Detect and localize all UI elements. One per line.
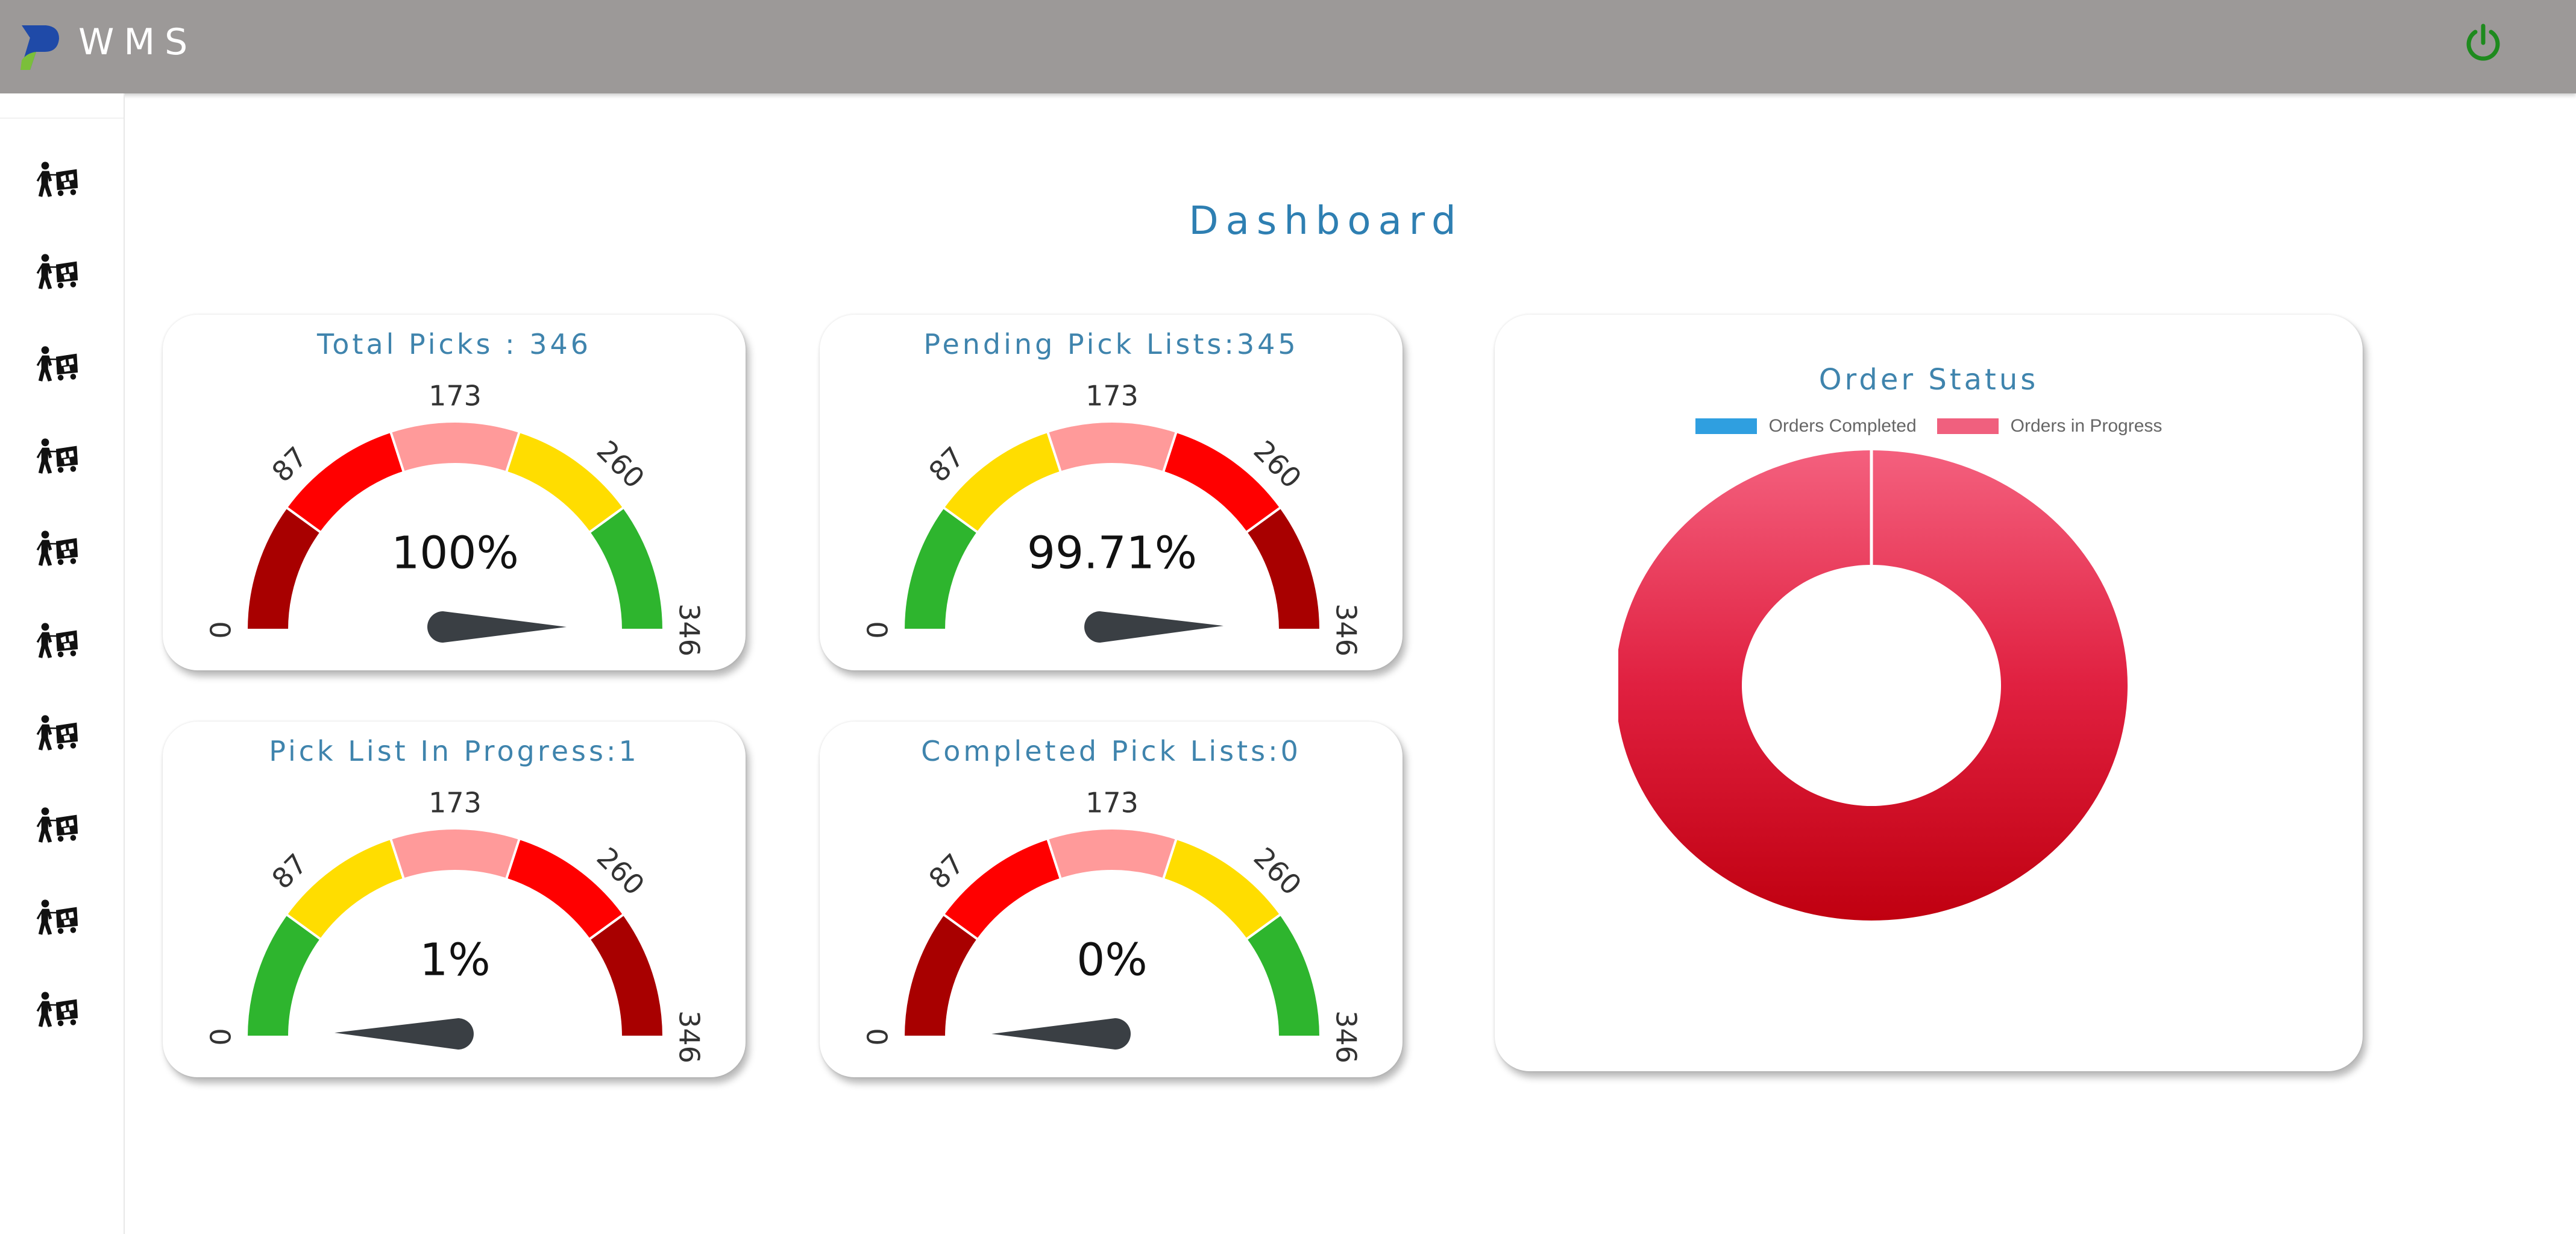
gauge-needle <box>427 611 567 643</box>
order-status-card: Order Status Orders Completed Orders in … <box>1495 315 2363 1071</box>
gauge-tick-label: 0 <box>205 1028 237 1045</box>
legend-item-orders-completed[interactable]: Orders Completed <box>1695 416 1917 436</box>
gauge-tick-label: 0 <box>205 621 237 638</box>
gauge-needle <box>1084 611 1224 643</box>
page-title: Dashboard <box>1189 199 1463 244</box>
order-status-donut-chart <box>1618 450 2128 921</box>
worker-pushing-cart-icon <box>36 992 78 1027</box>
gauge-tick-label: 346 <box>673 1010 706 1063</box>
gauge-tick-label: 346 <box>1330 603 1363 656</box>
gauge-chart: 0871732603460% <box>862 787 1363 1063</box>
legend-label: Orders Completed <box>1768 416 1917 436</box>
legend-swatch <box>1937 418 1999 434</box>
app-header: WMS <box>0 0 2576 93</box>
gauge-band-3 <box>1046 420 1178 474</box>
legend-item-orders-in-progress[interactable]: Orders in Progress <box>1937 416 2163 436</box>
gauge-tick-label: 87 <box>265 440 313 488</box>
sidebar-item-10[interactable] <box>30 986 84 1034</box>
legend-swatch <box>1695 418 1757 434</box>
gauge-tick-label: 87 <box>922 440 970 488</box>
gauge-tick-label: 173 <box>1085 380 1139 412</box>
gauge-percent-value: 0% <box>1076 934 1147 986</box>
sidebar-item-9[interactable] <box>30 893 84 942</box>
chart-legend: Orders Completed Orders in Progress <box>1495 414 2363 438</box>
app-title: WMS <box>78 21 198 63</box>
sidebar-item-8[interactable] <box>30 801 84 849</box>
gauge-tick-label: 346 <box>1330 1010 1363 1063</box>
gauge-band-2 <box>284 837 406 942</box>
worker-pushing-cart-icon <box>36 162 78 197</box>
worker-pushing-cart-icon <box>36 807 78 843</box>
gauge-percent-value: 100% <box>391 527 519 579</box>
gauge-chart: 08717326034699.71% <box>862 380 1363 656</box>
gauge-tick-label: 346 <box>673 603 706 656</box>
gauge-band-2 <box>941 430 1063 535</box>
sidebar-item-4[interactable] <box>30 432 84 480</box>
order-status-title: Order Status <box>1818 363 2039 397</box>
gauge-chart: 0871732603461% <box>205 787 706 1063</box>
gauge-tick-label: 87 <box>922 847 970 895</box>
gauge-tick-label: 0 <box>862 621 894 638</box>
gauge-tick-label: 173 <box>429 380 482 412</box>
gauge-band-3 <box>389 827 521 881</box>
gauge-band-5 <box>1244 912 1322 1038</box>
sidebar-item-3[interactable] <box>30 340 84 388</box>
worker-pushing-cart-icon <box>36 254 78 289</box>
gauge-percent-value: 1% <box>419 934 490 986</box>
gauge-tick-label: 173 <box>429 787 482 819</box>
gauge-band-3 <box>1046 827 1178 881</box>
sidebar-item-2[interactable] <box>30 248 84 296</box>
gauge-chart: 087173260346100% <box>205 380 706 656</box>
p-logo-icon[interactable] <box>18 23 61 74</box>
gauge-band-5 <box>587 505 665 631</box>
sidebar-item-6[interactable] <box>30 617 84 665</box>
worker-pushing-cart-icon <box>36 346 78 382</box>
gauge-band-5 <box>587 912 665 1038</box>
worker-pushing-cart-icon <box>36 438 78 474</box>
gauge-band-2 <box>284 430 406 535</box>
gauge-band-2 <box>941 837 1063 942</box>
power-icon[interactable] <box>2462 21 2504 63</box>
worker-pushing-cart-icon <box>36 530 78 566</box>
gauge-card-total-picks: Total Picks : 346 0 87 173 260 346 100% <box>163 315 746 670</box>
worker-pushing-cart-icon <box>36 899 78 935</box>
sidebar-item-1[interactable] <box>30 156 84 204</box>
gauge-tick-label: 87 <box>265 847 313 895</box>
worker-pushing-cart-icon <box>36 715 78 751</box>
sidebar-item-7[interactable] <box>30 709 84 757</box>
worker-pushing-cart-icon <box>36 623 78 658</box>
sidebar-divider <box>0 118 124 119</box>
gauge-card-pending-pick-lists: Pending Pick Lists:345 0 87 173 260 346 99.71… <box>820 315 1403 670</box>
legend-label: Orders in Progress <box>2010 416 2163 436</box>
gauge-tick-label: 173 <box>1085 787 1139 819</box>
gauge-card-pick-list-in-progress: Pick List In Progress:1 0 87 173 260 346 1% <box>163 722 746 1077</box>
sidebar <box>0 93 125 1234</box>
gauge-band-3 <box>389 420 521 474</box>
gauge-card-completed-pick-lists: Completed Pick Lists:0 0 87 173 260 346 0% <box>820 722 1403 1077</box>
gauge-percent-value: 99.71% <box>1027 527 1197 579</box>
gauge-needle <box>991 1018 1131 1050</box>
gauge-needle <box>335 1018 474 1050</box>
sidebar-item-5[interactable] <box>30 524 84 573</box>
gauge-tick-label: 0 <box>862 1028 894 1045</box>
gauge-band-5 <box>1244 505 1322 631</box>
